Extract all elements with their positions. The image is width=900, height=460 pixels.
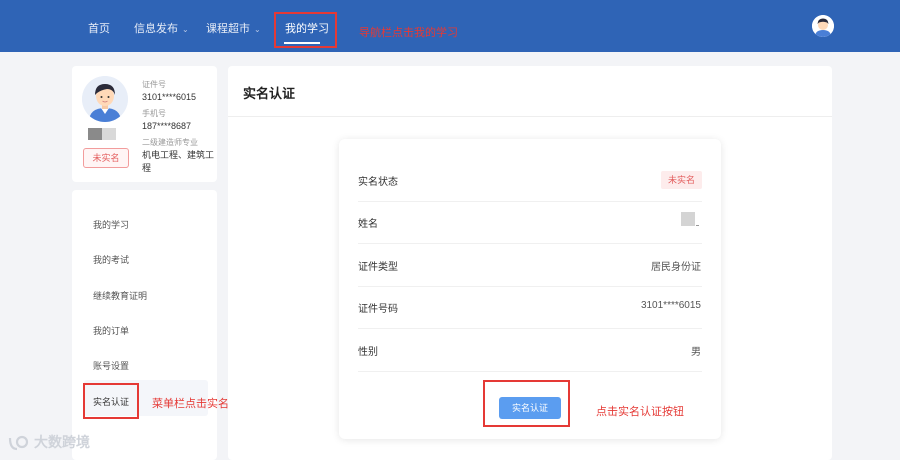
annotation-text: 导航栏点击我的学习 xyxy=(359,27,458,39)
page-title: 实名认证 xyxy=(243,86,296,101)
nav-item-label: 课程超市 xyxy=(206,23,250,35)
id-number-value: 3101****6015 xyxy=(640,300,701,311)
id-type-value: 居民身份证 xyxy=(651,262,701,273)
redacted-name-block xyxy=(88,128,116,140)
divider xyxy=(358,243,702,244)
nav-item-home[interactable]: 首页 xyxy=(88,20,110,36)
profile-card: 证件号 3101****6015 手机号 187****8687 二级建造师专业… xyxy=(72,66,217,182)
chevron-down-icon: ⌄ xyxy=(182,25,189,34)
status-label: 实名状态 xyxy=(358,177,398,188)
id-type-label: 证件类型 xyxy=(358,262,398,273)
nav-item-label: 首页 xyxy=(88,23,110,35)
annotation-text: 点击实名认证按钮 xyxy=(596,406,684,418)
divider xyxy=(358,328,702,329)
redacted-name-block xyxy=(681,212,701,228)
user-avatar-icon[interactable] xyxy=(812,15,834,37)
chevron-down-icon: ⌄ xyxy=(254,25,261,34)
watermark-logo-icon xyxy=(8,435,30,451)
certificate-value: 机电工程、建筑工程 xyxy=(142,150,215,173)
annotation-highlight-box xyxy=(483,380,570,427)
status-badge: 未实名 xyxy=(83,148,129,168)
nav-item-label: 信息发布 xyxy=(134,23,178,35)
avatar xyxy=(82,76,128,122)
gender-label: 性别 xyxy=(358,347,378,358)
gender-value: 男 xyxy=(691,347,701,358)
name-label: 姓名 xyxy=(358,219,378,230)
annotation-highlight-box xyxy=(274,12,337,48)
sidebar-item-education-certificate[interactable]: 继续教育证明 xyxy=(93,289,147,302)
nav-item-course-market[interactable]: 课程超市 ⌄ xyxy=(206,20,261,36)
divider xyxy=(358,201,702,202)
id-number-label: 证件号码 xyxy=(358,304,398,315)
watermark: 大数跨境 xyxy=(8,432,90,452)
annotation-highlight-box xyxy=(83,383,139,419)
sidebar-item-account-settings[interactable]: 账号设置 xyxy=(93,359,129,372)
divider xyxy=(228,116,832,117)
sidebar-item-my-orders[interactable]: 我的订单 xyxy=(93,324,129,337)
top-navigation-bar: 首页 信息发布 ⌄ 课程超市 ⌄ 我的学习 导航栏点击我的学习 xyxy=(0,0,900,52)
divider xyxy=(358,371,702,372)
phone-value: 187****8687 xyxy=(142,121,192,131)
sidebar-menu: 我的学习 我的考试 继续教育证明 我的订单 账号设置 实名认证 xyxy=(72,190,217,460)
divider xyxy=(358,286,702,287)
sidebar-item-my-study[interactable]: 我的学习 xyxy=(93,218,129,231)
id-number-value: 3101****6015 xyxy=(142,92,197,102)
phone-label: 手机号 xyxy=(142,109,166,118)
sidebar-item-my-exams[interactable]: 我的考试 xyxy=(93,253,129,266)
certificate-label: 二级建造师专业 xyxy=(142,138,198,147)
status-badge: 未实名 xyxy=(660,171,702,189)
id-number-label: 证件号 xyxy=(142,80,166,89)
watermark-text: 大数跨境 xyxy=(34,434,90,450)
nav-item-info-publish[interactable]: 信息发布 ⌄ xyxy=(134,20,189,36)
